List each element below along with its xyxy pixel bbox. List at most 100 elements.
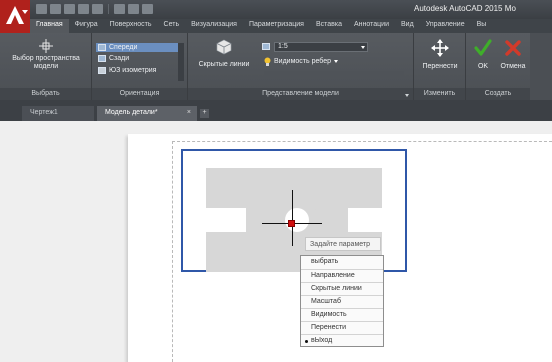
ok-label: OK <box>477 63 489 70</box>
model-space-icon <box>39 39 53 53</box>
menu-item-visibility-label: Видимость <box>311 311 347 318</box>
back-view-icon <box>98 55 106 62</box>
application-menu-button[interactable] <box>0 0 30 33</box>
menu-item-move-label: Перенести <box>311 324 347 331</box>
new-file-icon[interactable] <box>36 4 47 14</box>
save-as-icon[interactable] <box>78 4 89 14</box>
tab-output[interactable]: Вы <box>471 19 493 33</box>
orientation-front[interactable]: Спереди <box>96 43 182 52</box>
crosshair-vertical <box>292 190 293 246</box>
model-view-panel-title: Представление модели <box>188 88 413 100</box>
grip-point[interactable] <box>288 220 295 227</box>
menu-item-hidden-lines[interactable]: Скрытые линии <box>301 282 383 295</box>
chevron-down-icon <box>361 46 365 49</box>
new-tab-plus-icon[interactable]: + <box>200 109 209 118</box>
orientation-panel: Спереди Сзади ЮЗ изометрия Ориентация <box>92 33 188 100</box>
tab-view[interactable]: Вид <box>395 19 420 33</box>
undo-icon[interactable] <box>114 4 125 14</box>
select-panel-title: Выбрать <box>0 88 91 100</box>
menu-item-direction[interactable]: Направление <box>301 269 383 282</box>
quick-access-toolbar <box>36 4 153 15</box>
tab-mesh[interactable]: Сеть <box>158 19 186 33</box>
orientation-front-label: Спереди <box>109 44 138 51</box>
create-panel: OK Отмена Создать <box>466 33 530 100</box>
print-icon[interactable] <box>92 4 103 14</box>
menu-item-select-label: выбрать <box>311 258 339 265</box>
create-panel-title: Создать <box>466 88 530 100</box>
app-menu-arrow-icon <box>22 10 28 14</box>
sw-isometric-icon <box>98 67 106 74</box>
menu-item-scale[interactable]: Масштаб <box>301 295 383 308</box>
edge-visibility-button[interactable]: Видимость ребер <box>264 57 339 66</box>
dynamic-input-prompt: Задайте параметр <box>305 237 381 251</box>
cancel-button[interactable]: Отмена <box>498 39 528 71</box>
tab-insert[interactable]: Вставка <box>310 19 348 33</box>
tab-manage[interactable]: Управление <box>420 19 471 33</box>
lightbulb-icon <box>264 57 271 66</box>
move-arrows-icon <box>431 39 449 57</box>
autocad-window: Autodesk AutoCAD 2015 Мо Главная Фигура … <box>0 0 552 362</box>
selected-bullet-icon <box>305 340 308 343</box>
ribbon-panel-area: Выбор пространства модели Выбрать Сперед… <box>0 33 552 100</box>
orientation-scrollbar[interactable] <box>178 43 184 81</box>
document-tab-bar: Чертеж1 Модель детали* × + <box>0 100 552 121</box>
orientation-sw-iso[interactable]: ЮЗ изометрия <box>96 67 156 74</box>
select-model-space-label-1: Выбор пространства <box>12 55 80 62</box>
menu-item-exit[interactable]: вЫход <box>301 334 383 347</box>
annotation-slot <box>264 71 404 79</box>
hidden-lines-label: Скрытые линии <box>198 61 250 68</box>
tab-part-model[interactable]: Модель детали* × <box>97 106 197 121</box>
move-button[interactable]: Перенести <box>416 39 464 71</box>
close-icon[interactable]: × <box>187 109 191 116</box>
tab-surface[interactable]: Поверхность <box>104 19 158 33</box>
orientation-sw-iso-label: ЮЗ изометрия <box>109 67 157 74</box>
tab-drawing1-label: Чертеж1 <box>30 109 58 116</box>
orientation-back-label: Сзади <box>109 55 130 62</box>
scale-icon <box>262 43 270 50</box>
tab-home[interactable]: Главная <box>30 19 69 33</box>
open-file-icon[interactable] <box>50 4 61 14</box>
menu-item-hidden-lines-label: Скрытые линии <box>311 285 362 292</box>
menu-item-select[interactable]: выбрать <box>301 256 383 269</box>
modify-panel: Перенести Изменить <box>414 33 466 100</box>
tab-parametric[interactable]: Параметризация <box>243 19 310 33</box>
menu-item-scale-label: Масштаб <box>311 298 341 305</box>
cancel-label: Отмена <box>500 63 526 70</box>
move-label: Перенести <box>422 63 458 70</box>
menu-item-visibility[interactable]: Видимость <box>301 308 383 321</box>
tab-visualize[interactable]: Визуализация <box>185 19 243 33</box>
scale-value: 1:5 <box>278 43 288 50</box>
orientation-back[interactable]: Сзади <box>96 55 129 62</box>
front-view-icon <box>98 44 106 51</box>
menu-item-exit-label: вЫход <box>311 337 333 344</box>
ribbon-overflow <box>530 33 552 100</box>
cube-icon <box>216 39 232 55</box>
select-model-space-label-2: модели <box>33 63 59 70</box>
option-context-menu: выбрать Направление Скрытые линии Масшта… <box>300 255 384 347</box>
toolbar-separator <box>108 4 109 14</box>
tab-solid[interactable]: Фигура <box>69 19 104 33</box>
save-icon[interactable] <box>64 4 75 14</box>
tab-part-model-label: Модель детали* <box>105 109 158 116</box>
ok-button[interactable]: OK <box>470 39 496 71</box>
menu-item-direction-label: Направление <box>311 272 355 279</box>
workspace-dropdown-icon[interactable] <box>142 4 153 14</box>
hidden-lines-button[interactable]: Скрытые линии <box>194 39 254 69</box>
edge-visibility-arrow-icon <box>334 60 339 63</box>
redo-icon[interactable] <box>128 4 139 14</box>
tab-annotate[interactable]: Аннотации <box>348 19 395 33</box>
select-model-space-button[interactable]: Выбор пространства модели <box>2 39 90 71</box>
checkmark-icon <box>474 39 492 56</box>
autocad-logo-icon <box>6 6 24 24</box>
menu-item-move[interactable]: Перенести <box>301 321 383 334</box>
scale-dropdown[interactable]: 1:5 <box>274 42 368 52</box>
cross-icon <box>505 40 521 56</box>
orientation-panel-title: Ориентация <box>92 88 187 100</box>
model-view-panel: Скрытые линии 1:5 Видимость ребер Предст… <box>188 33 414 100</box>
modify-panel-title: Изменить <box>414 88 465 100</box>
select-panel: Выбор пространства модели Выбрать <box>0 33 92 100</box>
ribbon-tab-bar: Главная Фигура Поверхность Сеть Визуализ… <box>30 19 552 33</box>
title-bar: Autodesk AutoCAD 2015 Мо <box>0 0 552 19</box>
panel-expand-arrow-icon[interactable] <box>405 94 409 97</box>
tab-drawing1[interactable]: Чертеж1 <box>22 106 94 121</box>
